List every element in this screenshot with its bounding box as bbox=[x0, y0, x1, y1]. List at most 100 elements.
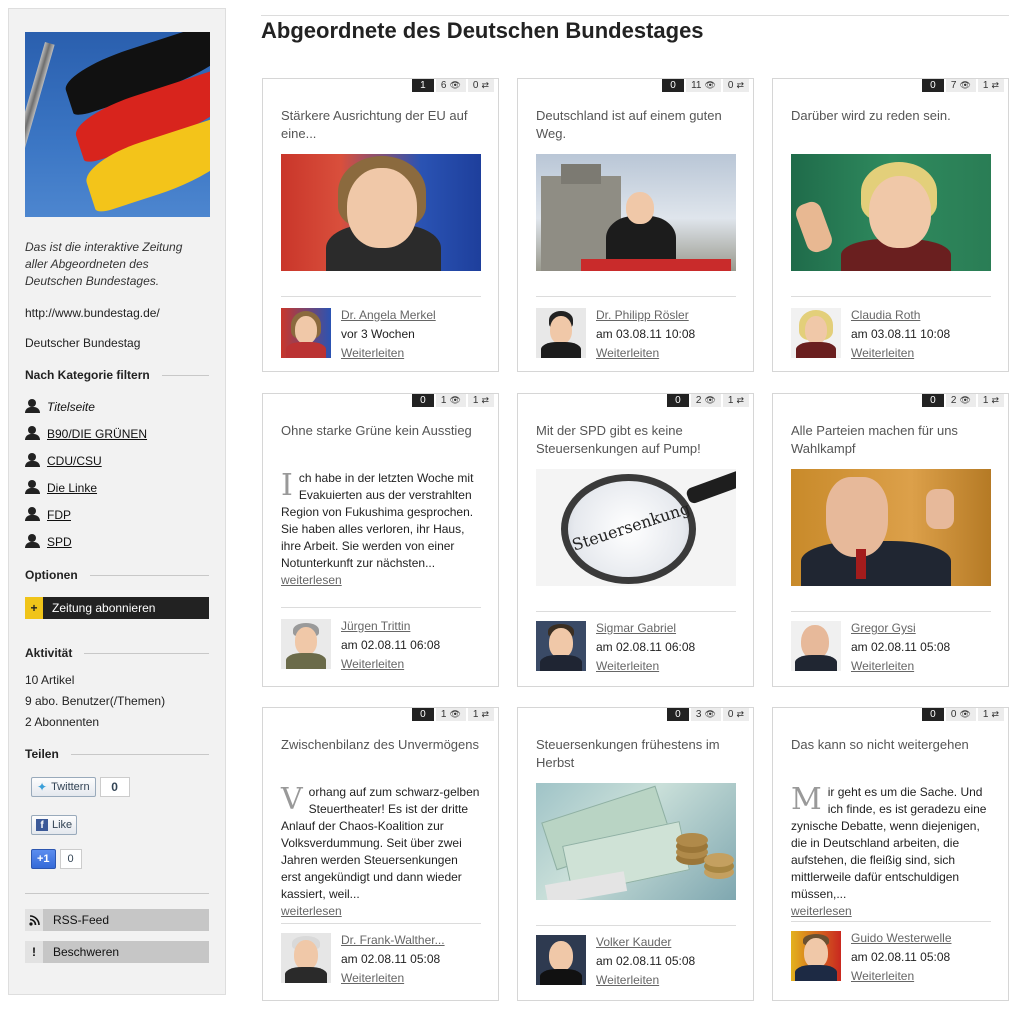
author-avatar[interactable] bbox=[281, 619, 331, 669]
card-stats: 0 0 👁 1 ⇄ bbox=[920, 708, 1004, 721]
article-card[interactable]: 0 2 👁 1 ⇄ Mit der SPD gibt es keine Steuer… bbox=[517, 393, 754, 687]
gplus-count: 0 bbox=[59, 849, 82, 869]
card-divider bbox=[281, 607, 481, 608]
share-arrows-icon: ⇄ bbox=[991, 395, 999, 405]
author-name-link[interactable]: Gregor Gysi bbox=[851, 621, 916, 635]
article-image[interactable] bbox=[536, 154, 736, 271]
article-card[interactable]: 0 2 👁 1 ⇄ Alle Parteien machen für uns Wah… bbox=[772, 393, 1009, 687]
publish-time: am 02.08.11 05:08 bbox=[596, 954, 696, 968]
author-avatar[interactable] bbox=[281, 933, 331, 983]
category-item-die-linke[interactable]: Die Linke bbox=[25, 480, 97, 495]
article-image[interactable]: Steuersenkung bbox=[536, 469, 736, 586]
source-url-link[interactable]: http://www.bundestag.de/ bbox=[25, 306, 160, 320]
card-divider bbox=[791, 611, 991, 612]
author-avatar[interactable] bbox=[791, 931, 841, 981]
category-label: Titelseite bbox=[47, 399, 95, 414]
article-image[interactable] bbox=[791, 154, 991, 271]
article-excerpt: Vorhang auf zum schwarz-gelben Steuerthe… bbox=[281, 782, 481, 920]
author-name-link[interactable]: Volker Kauder bbox=[596, 935, 671, 949]
article-card[interactable]: 0 0 👁 1 ⇄ Das kann so nicht weitergehen Mi… bbox=[772, 707, 1009, 1001]
card-stats: 1 6 👁 0 ⇄ bbox=[410, 79, 494, 92]
category-label[interactable]: CDU/CSU bbox=[47, 454, 102, 468]
category-item-fdp[interactable]: FDP bbox=[25, 507, 71, 522]
article-title[interactable]: Ohne starke Grüne kein Ausstieg bbox=[281, 422, 483, 440]
card-divider bbox=[281, 296, 481, 297]
share-arrows-icon: ⇄ bbox=[481, 80, 489, 90]
article-title[interactable]: Zwischenbilanz des Unvermögens bbox=[281, 736, 483, 754]
article-image[interactable] bbox=[791, 469, 991, 586]
read-more-link[interactable]: weiterlesen bbox=[281, 903, 481, 920]
rss-label: RSS-Feed bbox=[53, 913, 110, 927]
forward-link[interactable]: Weiterleiten bbox=[596, 659, 659, 673]
article-title[interactable]: Steuersenkungen frühestens im Herbst bbox=[536, 736, 738, 772]
forward-link[interactable]: Weiterleiten bbox=[851, 659, 914, 673]
article-title[interactable]: Mit der SPD gibt es keine Steuersenkunge… bbox=[536, 422, 738, 458]
article-card[interactable]: 0 1 👁 1 ⇄ Zwischenbilanz des Unvermögens V… bbox=[262, 707, 499, 1001]
author-row: Gregor Gysi am 02.08.11 05:08 Weiterleit… bbox=[791, 621, 993, 673]
author-avatar[interactable] bbox=[536, 621, 586, 671]
author-name-link[interactable]: Dr. Philipp Rösler bbox=[596, 308, 689, 322]
author-avatar[interactable] bbox=[536, 935, 586, 985]
shares-count: 1 ⇄ bbox=[977, 394, 1004, 407]
rss-feed-button[interactable]: RSS-Feed bbox=[25, 909, 209, 931]
author-name-link[interactable]: Dr. Angela Merkel bbox=[341, 308, 436, 322]
forward-link[interactable]: Weiterleiten bbox=[596, 346, 659, 360]
article-title[interactable]: Alle Parteien machen für uns Wahlkampf bbox=[791, 422, 993, 458]
read-more-link[interactable]: weiterlesen bbox=[791, 903, 991, 920]
category-label[interactable]: FDP bbox=[47, 508, 71, 522]
views-count: 2 👁 bbox=[945, 394, 976, 407]
author-name-link[interactable]: Jürgen Trittin bbox=[341, 619, 410, 633]
forward-link[interactable]: Weiterleiten bbox=[341, 971, 404, 985]
read-more-link[interactable]: weiterlesen bbox=[281, 572, 481, 589]
subscribe-button[interactable]: + Zeitung abonnieren bbox=[25, 597, 209, 619]
article-title[interactable]: Das kann so nicht weitergehen bbox=[791, 736, 993, 754]
author-name-link[interactable]: Sigmar Gabriel bbox=[596, 621, 676, 635]
views-count: 1 👁 bbox=[435, 708, 466, 721]
author-avatar[interactable] bbox=[281, 308, 331, 358]
facebook-like-button[interactable]: f Like bbox=[31, 815, 78, 835]
article-card[interactable]: 0 7 👁 1 ⇄ Darüber wird zu reden sein. Clau… bbox=[772, 78, 1009, 372]
forward-link[interactable]: Weiterleiten bbox=[341, 657, 404, 671]
forward-link[interactable]: Weiterleiten bbox=[341, 346, 404, 360]
gplus-button[interactable]: +1 bbox=[31, 849, 56, 869]
article-card[interactable]: 0 3 👁 0 ⇄ Steuersenkungen frühestens im He… bbox=[517, 707, 754, 1001]
person-icon bbox=[25, 480, 40, 495]
author-name-link[interactable]: Guido Westerwelle bbox=[851, 931, 952, 945]
article-title[interactable]: Darüber wird zu reden sein. bbox=[791, 107, 993, 125]
author-avatar[interactable] bbox=[791, 621, 841, 671]
category-item-titelseite[interactable]: Titelseite bbox=[25, 399, 95, 414]
forward-link[interactable]: Weiterleiten bbox=[851, 969, 914, 983]
author-avatar[interactable] bbox=[791, 308, 841, 358]
person-icon bbox=[25, 426, 40, 441]
complain-button[interactable]: ! Beschweren bbox=[25, 941, 209, 963]
article-card[interactable]: 0 1 👁 1 ⇄ Ohne starke Grüne kein Ausstieg … bbox=[262, 393, 499, 687]
category-item-gruene[interactable]: B90/DIE GRÜNEN bbox=[25, 426, 147, 441]
twitter-count: 0 bbox=[99, 777, 130, 797]
publish-time: vor 3 Wochen bbox=[341, 327, 415, 341]
article-card[interactable]: 0 11 👁 0 ⇄ Deutschland ist auf einem guten… bbox=[517, 78, 754, 372]
author-avatar[interactable] bbox=[536, 308, 586, 358]
author-name-link[interactable]: Dr. Frank-Walther... bbox=[341, 933, 445, 947]
forward-link[interactable]: Weiterleiten bbox=[851, 346, 914, 360]
category-label[interactable]: Die Linke bbox=[47, 481, 97, 495]
share-heading: Teilen bbox=[25, 747, 209, 761]
comments-count: 0 bbox=[666, 394, 689, 407]
forward-link[interactable]: Weiterleiten bbox=[596, 973, 659, 987]
article-title[interactable]: Deutschland ist auf einem guten Weg. bbox=[536, 107, 738, 143]
article-image[interactable] bbox=[536, 783, 736, 900]
author-row: Guido Westerwelle am 02.08.11 05:08 Weit… bbox=[791, 931, 993, 983]
comments-count: 0 bbox=[921, 79, 944, 92]
author-row: Jürgen Trittin am 02.08.11 06:08 Weiterl… bbox=[281, 619, 483, 671]
twitter-button[interactable]: ✦ Twittern bbox=[31, 777, 96, 797]
category-item-spd[interactable]: SPD bbox=[25, 534, 72, 549]
category-label[interactable]: SPD bbox=[47, 535, 72, 549]
author-name-link[interactable]: Claudia Roth bbox=[851, 308, 920, 322]
article-title[interactable]: Stärkere Ausrichtung der EU auf eine... bbox=[281, 107, 483, 143]
exclamation-icon: ! bbox=[25, 941, 43, 963]
category-item-cdu-csu[interactable]: CDU/CSU bbox=[25, 453, 102, 468]
author-row: Dr. Frank-Walther... am 02.08.11 05:08 W… bbox=[281, 933, 483, 985]
comments-count: 0 bbox=[921, 394, 944, 407]
article-image[interactable] bbox=[281, 154, 481, 271]
article-card[interactable]: 1 6 👁 0 ⇄ Stärkere Ausrichtung der EU auf … bbox=[262, 78, 499, 372]
category-label[interactable]: B90/DIE GRÜNEN bbox=[47, 427, 147, 441]
